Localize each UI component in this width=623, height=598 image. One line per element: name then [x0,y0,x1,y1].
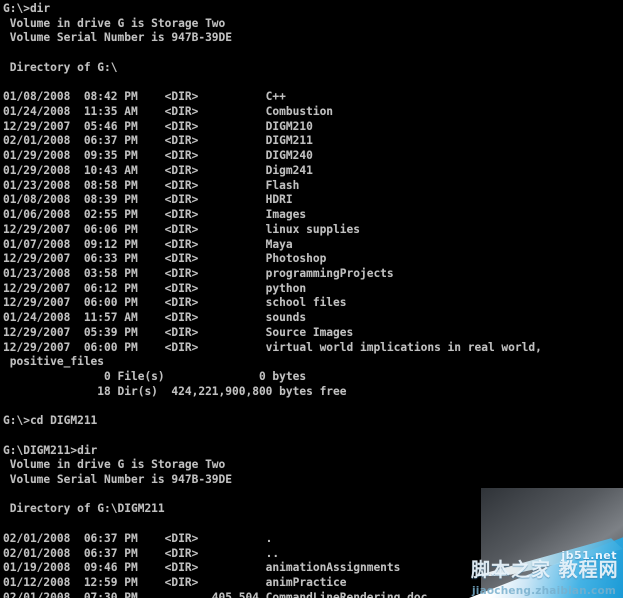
console-line: 02/01/2008 06:37 PM <DIR> .. [3,546,280,560]
console-line: Volume Serial Number is 947B-39DE [3,473,233,486]
console-line: G:\>dir [3,2,51,15]
console-line: Volume in drive G is Storage Two [3,16,226,30]
console-line: 02/01/2008 06:37 PM <DIR> DIGM211 [3,134,313,148]
console-line: Volume Serial Number is 947B-39DE [3,31,233,45]
console-line: 01/06/2008 02:55 PM <DIR> Images [3,208,307,222]
console-line: Volume in drive G is Storage Two [3,458,226,472]
console-line: 12/29/2007 06:00 PM <DIR> school files [3,296,347,310]
console-line: 01/29/2008 09:35 PM <DIR> DIGM240 [3,149,313,163]
console-line: 01/24/2008 11:35 AM <DIR> Combustion [3,105,334,119]
console-line: 02/01/2008 06:37 PM <DIR> . [3,531,273,545]
console-line: 12/29/2007 06:06 PM <DIR> linux supplies [3,222,360,236]
console-line: positive_files [3,355,105,369]
console-line: 12/29/2007 05:46 PM <DIR> DIGM210 [3,119,313,133]
console-line: 12/29/2007 06:33 PM <DIR> Photoshop [3,252,327,266]
console-line: 02/01/2008 07:30 PM 405,504 CommandLineR… [3,590,428,598]
console-line: 01/29/2008 10:43 AM <DIR> Digm241 [3,163,313,177]
console-line: 01/08/2008 08:42 PM <DIR> C++ [3,90,286,104]
console-line: 01/24/2008 11:57 AM <DIR> sounds [3,311,307,325]
console-line: Directory of G:\DIGM211 [3,502,165,516]
console-line: 01/23/2008 03:58 PM <DIR> programmingPro… [3,266,394,280]
console-line: 01/08/2008 08:39 PM <DIR> HDRI [3,193,293,207]
console-line: 12/29/2007 05:39 PM <DIR> Source Images [3,325,354,339]
console-line: 12/29/2007 06:00 PM <DIR> virtual world … [3,340,542,354]
console-line: 01/23/2008 08:58 PM <DIR> Flash [3,178,300,192]
console-line: G:\DIGM211>dir [3,443,98,457]
console-output-area[interactable]: G:\>dir Volume in drive G is Storage Two… [0,0,623,598]
console-line: 0 File(s) 0 bytes [3,369,307,383]
console-line: 01/12/2008 12:59 PM <DIR> animPractice [3,576,347,590]
command-prompt-window: G:\>dir Volume in drive G is Storage Two… [0,0,623,598]
console-line: 01/07/2008 09:12 PM <DIR> Maya [3,237,293,251]
console-line: Directory of G:\ [3,60,118,74]
console-line: 18 Dir(s) 424,221,900,800 bytes free [3,384,347,398]
console-line: 12/29/2007 06:12 PM <DIR> python [3,281,307,295]
console-line: 01/19/2008 09:46 PM <DIR> animationAssig… [3,561,401,575]
console-line: G:\>cd DIGM211 [3,414,98,428]
